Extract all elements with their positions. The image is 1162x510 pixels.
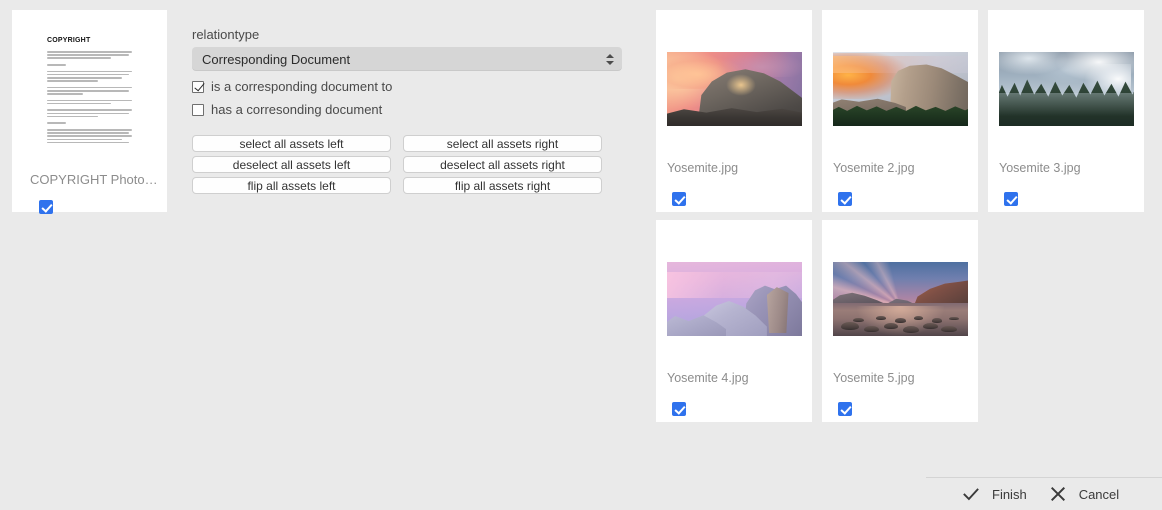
asset-label: Yosemite 2.jpg [833,161,915,175]
cancel-label: Cancel [1078,486,1120,502]
asset-checkbox[interactable] [672,402,686,416]
asset-grid: Yosemite.jpg Yosemite 2.jpg Yosemite 3.j… [656,10,1151,422]
asset-label: Yosemite 4.jpg [667,371,749,385]
deselect-all-assets-left-button[interactable]: deselect all assets left [192,156,391,173]
has-corresponding-document-label: has a corresonding document [211,102,383,117]
document-heading: COPYRIGHT [47,37,91,44]
select-stepper-icon[interactable] [605,51,614,67]
asset-thumbnail[interactable] [667,52,802,126]
direction-option-row[interactable]: has a corresonding document [192,102,622,117]
asset-thumbnail[interactable] [667,262,802,336]
left-asset-label: COPYRIGHT Photograph... [30,172,160,187]
checkmark-icon [958,487,984,501]
asset-card[interactable]: Yosemite 5.jpg [822,220,978,422]
asset-card[interactable]: Yosemite.jpg [656,10,812,212]
document-text-block [47,86,132,95]
has-corresponding-document-checkbox[interactable] [192,103,204,116]
asset-thumbnail[interactable] [833,52,968,126]
asset-checkbox[interactable] [838,192,852,206]
caret-down-icon [605,60,614,65]
close-icon [1045,487,1071,501]
document-text-block [47,70,132,82]
select-all-assets-left-button[interactable]: select all assets left [192,135,391,152]
finish-button[interactable]: Finish [958,487,1045,502]
asset-card[interactable]: Yosemite 4.jpg [656,220,812,422]
relationtype-selected-value: Corresponding Document [202,51,351,67]
document-text-block [47,109,132,118]
document-page: COPYRIGHT [33,25,146,155]
document-text-block [47,122,132,125]
document-text-block [47,63,132,66]
asset-checkbox[interactable] [838,402,852,416]
deselect-all-assets-right-button[interactable]: deselect all assets right [403,156,602,173]
finish-label: Finish [992,486,1027,502]
left-asset-checkbox[interactable] [39,200,53,214]
bottom-action-bar: Finish Cancel [926,478,1162,510]
is-corresponding-document-checkbox[interactable] [192,80,204,93]
is-corresponding-document-label: is a corresponding document to [211,79,393,94]
left-asset-card[interactable]: COPYRIGHT COPYRIGHT Photogr [12,10,167,214]
asset-thumbnail[interactable] [999,52,1134,126]
bulk-action-buttons: select all assets left select all assets… [192,135,622,194]
asset-checkbox[interactable] [672,192,686,206]
caret-up-icon [605,53,614,58]
asset-label: Yosemite 5.jpg [833,371,915,385]
document-text-block [47,51,132,59]
document-thumbnail[interactable]: COPYRIGHT [33,25,146,155]
asset-label: Yosemite 3.jpg [999,161,1081,175]
asset-thumbnail[interactable] [833,262,968,336]
asset-card[interactable]: Yosemite 2.jpg [822,10,978,212]
document-text-block [47,129,132,144]
relationtype-select[interactable]: Corresponding Document [192,47,622,71]
flip-all-assets-left-button[interactable]: flip all assets left [192,177,391,194]
asset-checkbox[interactable] [1004,192,1018,206]
document-text-block [47,99,132,105]
direction-option-row[interactable]: is a corresponding document to [192,79,622,94]
cancel-button[interactable]: Cancel [1045,487,1137,502]
relationtype-label: relationtype [192,27,260,42]
asset-label: Yosemite.jpg [667,161,739,175]
select-all-assets-right-button[interactable]: select all assets right [403,135,602,152]
relation-controls-panel: relationtype Corresponding Document is a… [192,27,622,194]
flip-all-assets-right-button[interactable]: flip all assets right [403,177,602,194]
asset-card[interactable]: Yosemite 3.jpg [988,10,1144,212]
